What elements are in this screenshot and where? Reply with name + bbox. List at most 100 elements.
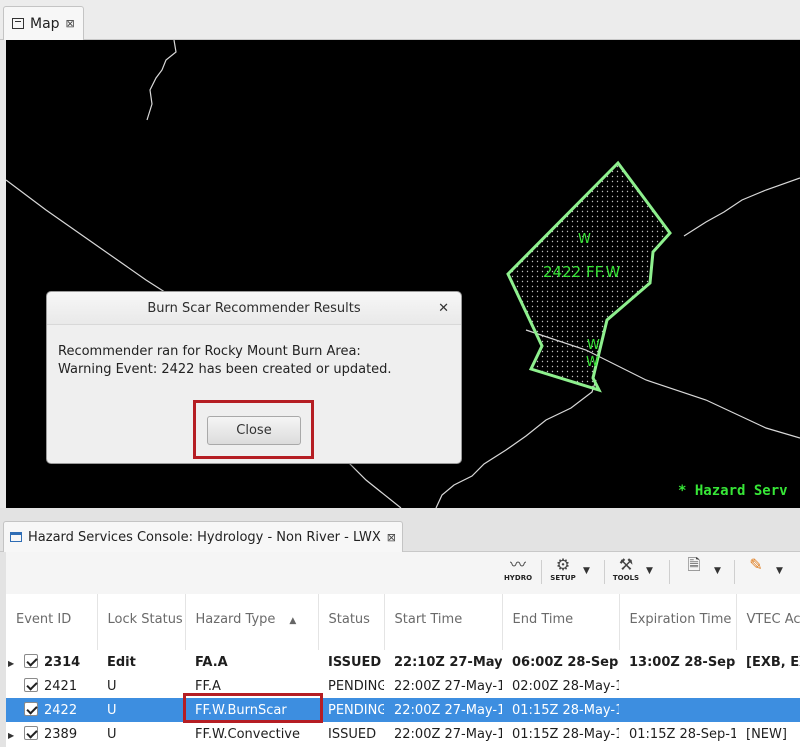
lock-status-cell: Edit — [107, 654, 136, 670]
hazard-type-cell: FA.A — [195, 654, 228, 670]
hydro-icon: 〰 — [509, 555, 526, 574]
expiration-time-cell: 01:15Z 28-Sep-18 — [629, 726, 736, 742]
polygon-marker: W — [587, 338, 600, 353]
start-time-cell: 22:00Z 27-May-18 — [394, 726, 502, 742]
end-time-cell: 06:00Z 28-Sep-18 — [512, 654, 619, 670]
lock-status-cell: U — [107, 678, 117, 694]
console-tabbar: Hazard Services Console: Hydrology - Non… — [0, 516, 800, 552]
row-checkbox[interactable] — [24, 702, 38, 716]
hazard-services-legend: * Hazard Serv — [678, 483, 788, 499]
start-time-cell: 22:00Z 27-May-18 — [384, 698, 502, 722]
polygon-label: 2422 FF.W — [543, 263, 621, 281]
edit-button[interactable]: ✎ ▼ — [742, 555, 783, 577]
expiration-time-cell — [619, 674, 736, 698]
table-row[interactable]: 2422 U FF.W.BurnScar PENDING 22:00Z 27-M… — [6, 698, 800, 722]
column-header[interactable]: Hazard Type ▲ — [185, 594, 319, 650]
event-id-cell: ▶ 2314 — [6, 650, 97, 674]
close-icon[interactable]: ⊠ — [66, 17, 75, 30]
setup-label: SETUP — [550, 574, 576, 582]
polygon-marker: W — [578, 232, 591, 247]
recommender-results-dialog: Burn Scar Recommender Results ✕ Recommen… — [46, 291, 462, 464]
hydro-button[interactable]: 〰 HYDRO — [503, 555, 533, 583]
status-cell: ISSUED — [328, 654, 382, 670]
tab-map[interactable]: Map ⊠ — [3, 6, 84, 40]
hazard-type-cell: FF.A — [195, 678, 221, 694]
hazard-table: Event ID Lock Status Hazard Type ▲ Status… — [6, 594, 800, 747]
tab-console[interactable]: Hazard Services Console: Hydrology - Non… — [3, 521, 404, 552]
column-header[interactable]: Lock Status — [97, 594, 186, 650]
end-time-cell: 02:00Z 28-May-18 — [512, 678, 619, 694]
county-border — [683, 177, 800, 237]
chevron-down-icon[interactable]: ▼ — [776, 566, 783, 576]
map-tabbar: Map ⊠ — [0, 0, 800, 40]
table-row[interactable]: ▶ 2389 U FF.W.Convective ISSUED 22:00Z 27… — [6, 722, 800, 746]
status-cell: ISSUED — [328, 726, 377, 742]
column-header-label: Hazard Type — [195, 612, 276, 627]
sort-up-icon: ▲ — [289, 616, 297, 626]
status-cell: PENDING — [318, 698, 384, 722]
column-header[interactable]: Status — [318, 594, 385, 650]
vtec-cell — [736, 674, 800, 698]
event-id-cell: 2422 — [6, 698, 97, 722]
console-toolbar: 〰 HYDRO ⚙ SETUP ▼ ⚒ TOOLS ▼ 🗎 ▼ ✎ ▼ — [6, 552, 800, 594]
hammer-icon: ⚒ — [618, 555, 634, 574]
close-icon[interactable]: ✕ — [438, 301, 449, 316]
expiration-time-cell — [619, 698, 736, 722]
end-time-cell: 01:15Z 28-May-18 — [502, 698, 619, 722]
lock-status-cell: U — [97, 698, 185, 722]
table-header: Event ID Lock Status Hazard Type ▲ Status… — [6, 594, 800, 650]
highlight-frame: Close — [193, 400, 314, 459]
setup-button[interactable]: ⚙ SETUP ▼ — [549, 555, 590, 583]
column-header[interactable]: Event ID — [6, 594, 98, 650]
hazard-type-cell: FF.W.BurnScar — [185, 698, 318, 722]
tab-console-label: Hazard Services Console: Hydrology - Non… — [28, 529, 381, 545]
hazard-services-console: Hazard Services Console: Hydrology - Non… — [0, 508, 800, 747]
row-checkbox[interactable] — [24, 726, 38, 740]
row-checkbox[interactable] — [24, 654, 38, 668]
map-icon — [12, 18, 24, 29]
column-header[interactable]: Start Time — [384, 594, 503, 650]
column-header[interactable]: Expiration Time — [619, 594, 737, 650]
pencil-icon: ✎ — [749, 555, 763, 574]
event-id-cell: ▶ 2389 — [6, 722, 97, 746]
product-button[interactable]: 🗎 ▼ — [680, 555, 721, 577]
event-id: 2421 — [44, 679, 78, 694]
toolbar-separator — [541, 560, 542, 584]
expiration-time-cell: 13:00Z 28-Sep-18 — [629, 654, 736, 670]
lock-status-cell: U — [107, 726, 117, 742]
table-row[interactable]: 2421 U FF.A PENDING 22:00Z 27-May-18 02:… — [6, 674, 800, 698]
expand-arrow-icon[interactable]: ▶ — [8, 731, 16, 740]
event-id-cell: 2421 — [6, 674, 97, 698]
tools-label: TOOLS — [612, 574, 640, 582]
column-header[interactable]: VTEC Act — [736, 594, 800, 650]
vtec-cell: [NEW] — [746, 726, 787, 742]
tools-button[interactable]: ⚒ TOOLS ▼ — [612, 555, 653, 583]
polygon-marker: W — [586, 355, 599, 370]
dialog-message-line: Warning Event: 2422 has been created or … — [58, 362, 392, 377]
event-id: 2314 — [44, 655, 81, 670]
dialog-message-line: Recommender ran for Rocky Mount Burn Are… — [58, 344, 361, 359]
toolbar-separator — [604, 560, 605, 584]
start-time-cell: 22:10Z 27-May-18 — [394, 654, 502, 670]
end-time-cell: 01:15Z 28-May-18 — [512, 726, 619, 742]
tab-map-label: Map — [30, 15, 60, 32]
table-row[interactable]: ▶2314 Edit FA.A ISSUED 22:10Z 27-May-18 … — [6, 650, 800, 674]
close-button[interactable]: Close — [207, 416, 301, 445]
expand-arrow-icon[interactable]: ▶ — [8, 659, 16, 668]
toolbar-separator — [734, 560, 735, 584]
gear-icon: ⚙ — [555, 555, 571, 574]
document-icon: 🗎 — [687, 555, 701, 574]
dialog-message: Recommender ran for Rocky Mount Burn Are… — [47, 325, 461, 379]
row-checkbox[interactable] — [24, 678, 38, 692]
chevron-down-icon[interactable]: ▼ — [583, 566, 590, 576]
event-id: 2422 — [44, 703, 78, 718]
column-header[interactable]: End Time — [502, 594, 620, 650]
chevron-down-icon[interactable]: ▼ — [714, 566, 721, 576]
vtec-cell — [736, 698, 800, 722]
app-root: Map ⊠ W 2422 FF.W W W * Hazard Serv Burn… — [0, 0, 800, 747]
chevron-down-icon[interactable]: ▼ — [646, 566, 653, 576]
event-id: 2389 — [44, 727, 78, 742]
start-time-cell: 22:00Z 27-May-18 — [394, 678, 502, 694]
hydro-label: HYDRO — [503, 574, 533, 582]
close-icon[interactable]: ⊠ — [387, 531, 396, 544]
